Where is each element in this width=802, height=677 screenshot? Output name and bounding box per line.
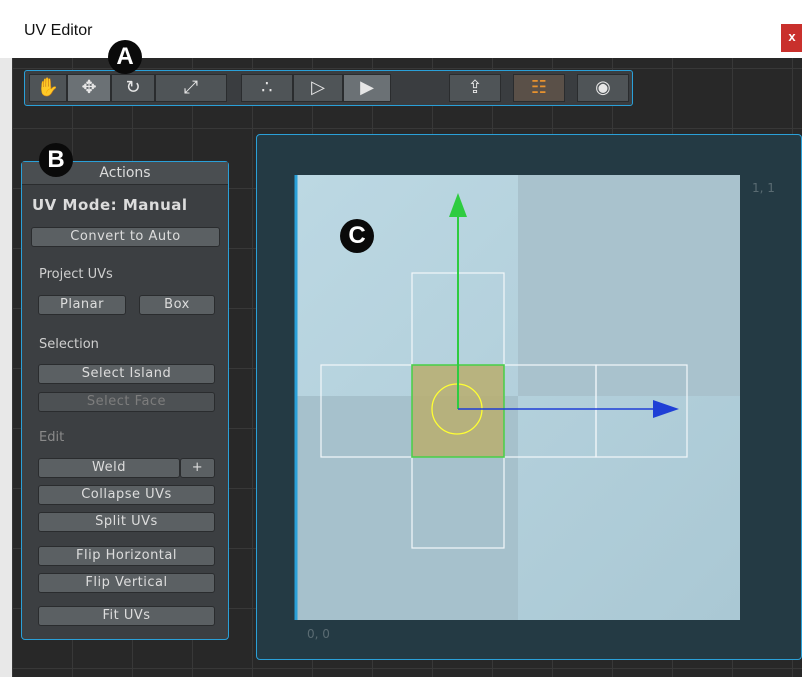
move-icon: ✥ xyxy=(81,77,97,98)
face-icon: ▶ xyxy=(360,77,374,98)
background-toggle-button[interactable]: ☷ xyxy=(513,74,565,102)
callout-a: A xyxy=(108,40,142,74)
rotate-tool-button[interactable]: ↻ xyxy=(111,74,155,102)
vertex-icon: ∴ xyxy=(261,77,273,98)
planar-button[interactable]: Planar xyxy=(38,295,126,315)
export-icon: ⇪ xyxy=(467,77,483,98)
selection-heading: Selection xyxy=(39,337,99,352)
export-uv-button[interactable]: ⇪ xyxy=(449,74,501,102)
window-edge xyxy=(0,58,12,677)
uv-mode-label: UV Mode: Manual xyxy=(32,196,188,214)
face-mode-button[interactable]: ▶ xyxy=(343,74,391,102)
edge-icon: ▷ xyxy=(311,77,325,98)
flip-vertical-button[interactable]: Flip Vertical xyxy=(38,573,215,593)
collapse-uvs-button[interactable]: Collapse UVs xyxy=(38,485,215,505)
hand-icon: ✋ xyxy=(36,77,60,98)
texture-quadrant-dark xyxy=(518,175,740,396)
window-title: UV Editor xyxy=(24,22,93,39)
callout-c: C xyxy=(340,219,374,253)
background-icon: ☷ xyxy=(530,77,548,98)
weld-button[interactable]: Weld xyxy=(38,458,180,478)
edit-heading: Edit xyxy=(39,430,65,445)
split-uvs-button[interactable]: Split UVs xyxy=(38,512,215,532)
uv-corner-min-label: 0, 0 xyxy=(307,627,330,641)
scale-tool-button[interactable]: ⤢ xyxy=(155,74,227,102)
move-tool-button[interactable]: ✥ xyxy=(67,74,111,102)
edge-mode-button[interactable]: ▷ xyxy=(293,74,343,102)
scale-icon: ⤢ xyxy=(183,77,199,98)
box-button[interactable]: Box xyxy=(139,295,215,315)
vertex-mode-button[interactable]: ∴ xyxy=(241,74,293,102)
pan-tool-button[interactable]: ✋ xyxy=(29,74,67,102)
project-uvs-heading: Project UVs xyxy=(39,267,113,282)
callout-b: B xyxy=(39,143,73,177)
actions-panel: Actions UV Mode: Manual Convert to Auto … xyxy=(21,161,229,640)
select-island-button[interactable]: Select Island xyxy=(38,364,215,384)
screenshot-button[interactable]: ◉ xyxy=(577,74,629,102)
uv-toolbar: ✋ ✥ ↻ ⤢ ∴ ▷ ▶ ⇪ ☷ ◉ xyxy=(24,70,633,106)
flip-horizontal-button[interactable]: Flip Horizontal xyxy=(38,546,215,566)
select-face-button[interactable]: Select Face xyxy=(38,392,215,412)
close-button[interactable]: x xyxy=(781,24,802,52)
weld-options-button[interactable]: + xyxy=(180,458,215,478)
uv-corner-max-label: 1, 1 xyxy=(752,181,775,195)
rotate-icon: ↻ xyxy=(125,77,141,98)
uv-viewport[interactable] xyxy=(257,135,801,659)
convert-to-auto-button[interactable]: Convert to Auto xyxy=(31,227,220,247)
uv-canvas[interactable]: 1, 1 0, 0 xyxy=(256,134,802,660)
fit-uvs-button[interactable]: Fit UVs xyxy=(38,606,215,626)
camera-icon: ◉ xyxy=(595,77,611,98)
